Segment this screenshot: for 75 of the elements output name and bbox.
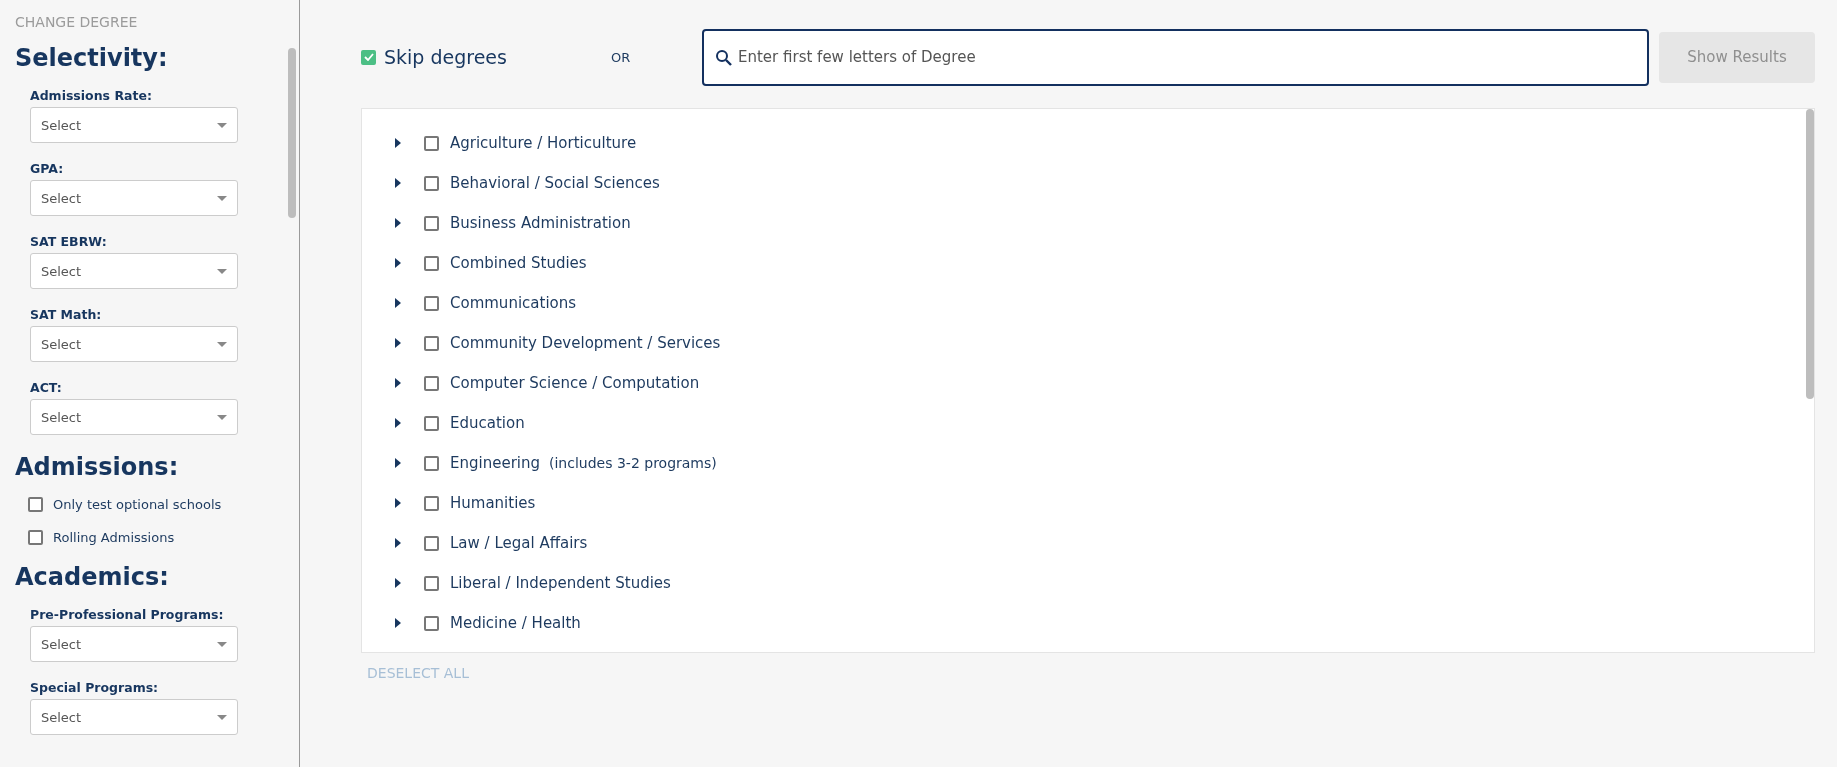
checkbox[interactable] <box>424 615 439 631</box>
checkbox[interactable] <box>424 215 439 231</box>
select-dropdown[interactable]: Select <box>30 399 238 435</box>
degree-label: Computer Science / Computation <box>450 374 700 392</box>
degree-label: Education <box>450 414 525 432</box>
degree-label: Engineering <box>450 454 540 472</box>
expand-arrow-icon[interactable] <box>394 457 402 469</box>
checkbox[interactable] <box>28 530 43 545</box>
checkbox[interactable] <box>361 49 376 65</box>
checkbox[interactable] <box>424 415 439 431</box>
checkbox[interactable] <box>424 175 439 191</box>
degree-label: Community Development / Services <box>450 334 721 352</box>
scrollbar-thumb[interactable] <box>288 48 296 218</box>
select-dropdown[interactable]: Select <box>30 253 238 289</box>
field-label: SAT Math: <box>30 307 103 322</box>
caret-icon <box>217 714 227 720</box>
select-dropdown[interactable]: Select <box>30 626 238 662</box>
field-label: Pre-Professional Programs: <box>30 607 225 622</box>
caret-icon <box>217 414 227 420</box>
select-dropdown[interactable]: Select <box>30 180 238 216</box>
section-heading: Admissions: <box>15 453 180 481</box>
checkbox-label: Rolling Admissions <box>53 530 175 545</box>
search-field[interactable]: Enter first few letters of Degree <box>702 28 1649 86</box>
degree-label: Liberal / Independent Studies <box>450 574 671 592</box>
checkbox-label: Only test optional schools <box>53 497 222 512</box>
degree-label: Medicine / Health <box>450 614 581 632</box>
field-label: Admissions Rate: <box>30 88 153 103</box>
caret-icon <box>217 641 227 647</box>
expand-arrow-icon[interactable] <box>394 417 402 429</box>
field-label: SAT EBRW: <box>30 234 108 249</box>
section-heading: Academics: <box>15 563 170 591</box>
field-label: ACT: <box>30 380 63 395</box>
section-heading: Selectivity: <box>15 44 169 72</box>
checkbox[interactable] <box>424 535 439 551</box>
expand-arrow-icon[interactable] <box>394 137 402 149</box>
expand-arrow-icon[interactable] <box>394 337 402 349</box>
degree-label: Law / Legal Affairs <box>450 534 588 552</box>
degree-note: (includes 3-2 programs) <box>549 455 717 471</box>
checkbox[interactable] <box>28 497 43 512</box>
select-dropdown[interactable]: Select <box>30 699 238 735</box>
expand-arrow-icon[interactable] <box>394 497 402 509</box>
checkbox[interactable] <box>424 335 439 351</box>
degree-label: Behavioral / Social Sciences <box>450 174 660 192</box>
field-label: Special Programs: <box>30 680 160 695</box>
select-dropdown[interactable]: Select <box>30 107 238 143</box>
checkbox[interactable] <box>424 575 439 591</box>
checkbox[interactable] <box>424 255 439 271</box>
expand-arrow-icon[interactable] <box>394 577 402 589</box>
or-label: OR <box>611 49 632 65</box>
search-icon <box>715 48 733 67</box>
checkbox[interactable] <box>424 295 439 311</box>
expand-arrow-icon[interactable] <box>394 297 402 309</box>
field-label: GPA: <box>30 161 65 176</box>
degree-label: Humanities <box>450 494 536 512</box>
caret-icon <box>217 195 227 201</box>
expand-arrow-icon[interactable] <box>394 217 402 229</box>
caret-icon <box>217 268 227 274</box>
caret-icon <box>217 341 227 347</box>
expand-arrow-icon[interactable] <box>394 537 402 549</box>
checkbox[interactable] <box>424 135 439 151</box>
scrollbar-thumb[interactable] <box>1806 109 1814 399</box>
checkbox[interactable] <box>424 495 439 511</box>
expand-arrow-icon[interactable] <box>394 377 402 389</box>
caret-icon <box>217 122 227 128</box>
expand-arrow-icon[interactable] <box>394 177 402 189</box>
expand-arrow-icon[interactable] <box>394 257 402 269</box>
select-dropdown[interactable]: Select <box>30 326 238 362</box>
skip-degrees-label: Skip degrees <box>384 46 507 68</box>
degree-label: Agriculture / Horticulture <box>450 134 637 152</box>
degree-label: Combined Studies <box>450 254 587 272</box>
checkbox[interactable] <box>424 455 439 471</box>
expand-arrow-icon[interactable] <box>394 617 402 629</box>
degree-label: Business Administration <box>450 214 631 232</box>
checkbox[interactable] <box>424 375 439 391</box>
degree-label: Communications <box>450 294 577 312</box>
